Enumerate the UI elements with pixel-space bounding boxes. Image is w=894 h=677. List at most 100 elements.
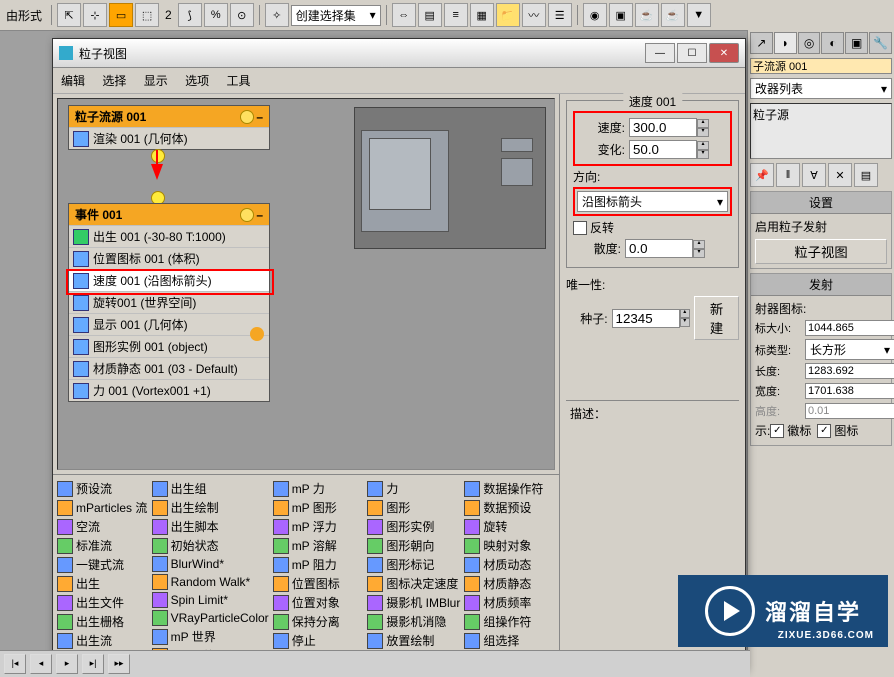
icon-type-dropdown[interactable]: 长方形▾ xyxy=(805,339,894,360)
node-event[interactable]: 事件 001– 出生 001 (-30-80 T:1000) 位置图标 001 … xyxy=(68,203,270,402)
depot-item[interactable]: 数据预设 xyxy=(464,498,555,517)
tool-link-icon[interactable]: ⇱ xyxy=(57,3,81,27)
menu-tools[interactable]: 工具 xyxy=(226,74,250,88)
depot-item[interactable]: 停止 xyxy=(273,631,364,650)
tool-wand-icon[interactable]: ✧ xyxy=(265,3,289,27)
depot-item[interactable]: 映射对象 xyxy=(464,536,555,555)
depot-item[interactable]: 材质动态 xyxy=(464,555,555,574)
depot-item[interactable]: 位置对象 xyxy=(273,593,364,612)
depot-item[interactable]: 材质静态 xyxy=(464,574,555,593)
selection-set-dropdown[interactable]: 创建选择集▾ xyxy=(291,5,381,26)
variation-input[interactable] xyxy=(629,140,697,159)
play-button[interactable]: ▸ xyxy=(56,654,78,674)
depot-item[interactable]: BlurWind* xyxy=(152,555,269,573)
depot-item[interactable]: 标准流 xyxy=(57,536,148,555)
tool-teapot-icon[interactable]: ☕ xyxy=(635,3,659,27)
depot-item[interactable]: VRayParticleColor xyxy=(152,609,269,627)
depot-item[interactable]: 放置绘制 xyxy=(367,631,460,650)
tab-create-icon[interactable]: ↗ xyxy=(750,32,773,54)
stack-pin-icon[interactable]: 📌 xyxy=(750,163,774,187)
icon-size-input[interactable] xyxy=(805,320,894,336)
divergence-input[interactable] xyxy=(625,239,693,258)
depot-item[interactable]: 空流 xyxy=(57,517,148,536)
window-titlebar[interactable]: 粒子视图 — ☐ ✕ xyxy=(53,39,745,68)
depot-item[interactable]: 摄影机消隐 xyxy=(367,612,460,631)
depot-item[interactable]: 图标决定速度 xyxy=(367,574,460,593)
tool-sheet-icon[interactable]: ▦ xyxy=(470,3,494,27)
maximize-button[interactable]: ☐ xyxy=(677,43,707,63)
rollout-setup-title[interactable]: 设置 xyxy=(751,192,891,214)
depot-item[interactable]: 保持分离 xyxy=(273,612,364,631)
prev-frame-button[interactable]: ◂ xyxy=(30,654,52,674)
depot-item[interactable]: 出生脚本 xyxy=(152,517,269,536)
modifier-list-dropdown[interactable]: 改器列表▾ xyxy=(750,78,892,99)
goto-end-button[interactable]: ▸▸ xyxy=(108,654,130,674)
depot-item[interactable]: mP 阻力 xyxy=(273,555,364,574)
stack-unique-icon[interactable]: ∀ xyxy=(802,163,826,187)
tool-teapot2-icon[interactable]: ☕ xyxy=(661,3,685,27)
bulb-icon[interactable] xyxy=(240,110,254,124)
tool-mat-icon[interactable]: ◉ xyxy=(583,3,607,27)
close-button[interactable]: ✕ xyxy=(709,43,739,63)
depot-item[interactable]: mParticles 流 xyxy=(57,498,148,517)
node-pf-source[interactable]: 粒子流源 001– 渲染 001 (几何体) xyxy=(68,105,270,150)
div-spinner[interactable]: ▴▾ xyxy=(693,240,705,258)
menu-edit[interactable]: 编辑 xyxy=(61,74,85,88)
tool-snap-icon[interactable]: ⊙ xyxy=(230,3,254,27)
new-seed-button[interactable]: 新建 xyxy=(694,296,739,340)
depot-item[interactable]: 位置图标 xyxy=(273,574,364,593)
flow-canvas[interactable]: 粒子流源 001– 渲染 001 (几何体) 事件 001– 出生 001 (-… xyxy=(57,98,555,470)
depot-item[interactable]: Random Walk* xyxy=(152,573,269,591)
tool-drop-icon[interactable]: ▼ xyxy=(687,3,711,27)
depot-item[interactable]: 出生栅格 xyxy=(57,612,148,631)
tool-layers-icon[interactable]: ≡ xyxy=(444,3,468,27)
speed-input[interactable] xyxy=(629,118,697,137)
depot-item[interactable]: 出生流 xyxy=(57,631,148,650)
object-name-input[interactable] xyxy=(750,58,892,74)
tab-modify-icon[interactable]: ◗ xyxy=(774,32,797,54)
tool-icon[interactable]: ⬚ xyxy=(135,3,159,27)
bulb-icon[interactable] xyxy=(240,208,254,222)
tool-align-icon[interactable]: ▤ xyxy=(418,3,442,27)
depot-item[interactable]: 出生 xyxy=(57,574,148,593)
depot-item[interactable]: 组操作符 xyxy=(464,612,555,631)
depot-item[interactable]: mP 图形 xyxy=(273,498,364,517)
depot-item[interactable]: 一键式流 xyxy=(57,555,148,574)
length-input[interactable] xyxy=(805,363,894,379)
tab-motion-icon[interactable]: ◐ xyxy=(821,32,844,54)
depot-item[interactable]: mP 力 xyxy=(273,479,364,498)
depot-item[interactable]: Spin Limit* xyxy=(152,591,269,609)
depot-item[interactable]: 预设流 xyxy=(57,479,148,498)
goto-start-button[interactable]: |◂ xyxy=(4,654,26,674)
depot-item[interactable]: mP 溶解 xyxy=(273,536,364,555)
depot-item[interactable]: 力 xyxy=(367,479,460,498)
tab-util-icon[interactable]: 🔧 xyxy=(869,32,892,54)
var-spinner[interactable]: ▴▾ xyxy=(697,141,709,159)
depot-item[interactable]: 图形朝向 xyxy=(367,536,460,555)
reverse-checkbox[interactable] xyxy=(573,221,587,235)
rollout-emit-title[interactable]: 发射 xyxy=(751,274,891,296)
depot-item[interactable]: mP 世界 xyxy=(152,627,269,646)
display-dot[interactable] xyxy=(250,327,264,341)
minimize-button[interactable]: — xyxy=(645,43,675,63)
menu-show[interactable]: 显示 xyxy=(144,74,168,88)
tool-curve-icon[interactable]: 〰 xyxy=(522,3,546,27)
depot-item[interactable]: 图形 xyxy=(367,498,460,517)
width-input[interactable] xyxy=(805,383,894,399)
stack-show-icon[interactable]: ‖ xyxy=(776,163,800,187)
tab-display-icon[interactable]: ▣ xyxy=(845,32,868,54)
tool-select-icon[interactable]: ▭ xyxy=(109,3,133,27)
seed-input[interactable] xyxy=(612,309,680,328)
stack-remove-icon[interactable]: ✕ xyxy=(828,163,852,187)
output-port[interactable] xyxy=(151,149,165,163)
direction-dropdown[interactable]: 沿图标箭头▾ xyxy=(577,191,728,212)
depot-item[interactable]: 出生绘制 xyxy=(152,498,269,517)
modifier-stack[interactable]: 粒子源 xyxy=(750,103,892,159)
particle-view-button[interactable]: 粒子视图 xyxy=(755,239,887,264)
show-logo-checkbox[interactable]: ✓ xyxy=(770,424,784,438)
show-icon-checkbox[interactable]: ✓ xyxy=(817,424,831,438)
depot-item[interactable]: 摄影机 IMBlur xyxy=(367,593,460,612)
tool-arc-icon[interactable]: ⟆ xyxy=(178,3,202,27)
tool-percent-icon[interactable]: % xyxy=(204,3,228,27)
depot-item[interactable]: mP 浮力 xyxy=(273,517,364,536)
